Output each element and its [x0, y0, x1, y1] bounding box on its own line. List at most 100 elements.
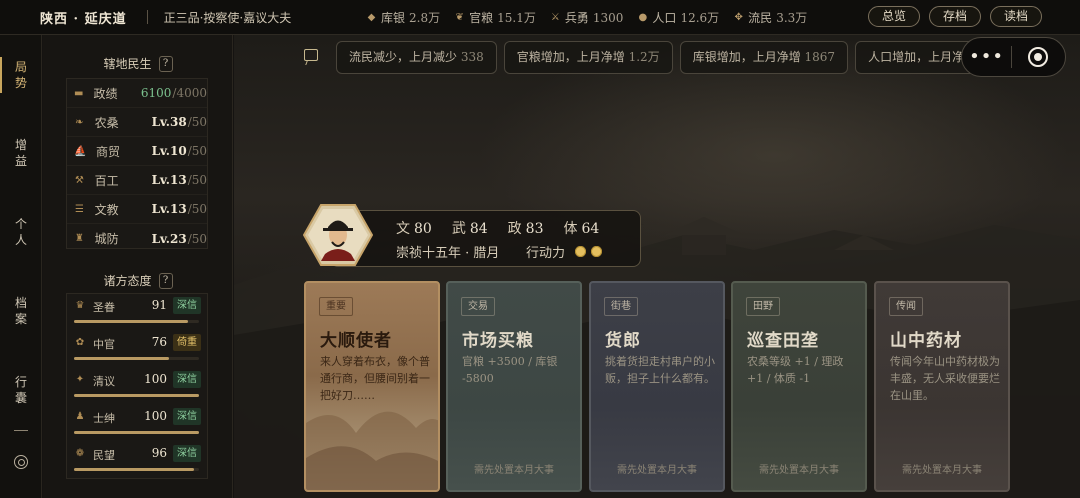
governance-max: /4000	[172, 86, 207, 100]
governance-max: /50	[187, 173, 207, 187]
eunuch-icon: ✿	[75, 337, 85, 348]
news-item: 官粮增加，上月净增 1.2万	[503, 41, 673, 74]
news-value: 338	[460, 50, 484, 64]
top-bar: 陕西 · 延庆道 正三品·按察使·嘉议大夫 ◆ 库银 2.8万 ❦ 官粮 15.…	[0, 0, 1080, 35]
governance-name: 百工	[94, 173, 119, 188]
nav-archive[interactable]: 档 案	[0, 295, 42, 327]
card-tag: 交易	[461, 297, 495, 316]
attitude-tag: 倚重	[173, 334, 201, 351]
attitude-bar-fill	[74, 431, 199, 434]
target-icon[interactable]	[14, 455, 28, 469]
attribute-ti: 体 64	[563, 218, 599, 238]
card-tag: 田野	[746, 297, 780, 316]
attribute-value: 83	[525, 221, 544, 237]
grain-icon: ❦	[455, 12, 464, 23]
attitude-help-button[interactable]: ?	[158, 272, 173, 289]
nav-bag[interactable]: 行 囊	[0, 374, 42, 406]
nav-situation[interactable]: 局 势	[0, 57, 42, 93]
governance-name: 政绩	[93, 86, 118, 101]
event-card-buy-grain[interactable]: 交易 市场买粮 官粮 +3500 / 库银 -5800 需先处置本月大事	[446, 281, 582, 492]
attitude-row: ♛ 圣眷 91 深信	[67, 294, 207, 331]
card-tag: 重要	[319, 297, 353, 316]
governance-max: /50	[187, 202, 207, 216]
attitude-name: 圣眷	[93, 301, 115, 314]
more-button[interactable]: •••	[962, 37, 1011, 77]
message-icon[interactable]	[304, 49, 318, 61]
governance-row: ⚒ 百工 Lv.13 /50	[67, 166, 207, 195]
official-rank: 正三品·按察使·嘉议大夫	[163, 10, 292, 25]
attitude-name: 清议	[93, 375, 115, 388]
news-item: 库银增加，上月净增 1867	[679, 41, 849, 74]
attitude-value: 100	[144, 409, 167, 423]
stats-panel: 辖地民生 ? ▬ 政绩 6100 /4000 ❧ 农桑 Lv.38 /50 ⛵ …	[43, 35, 233, 498]
card-description: 农桑等级 +1 / 理政 +1 / 体质 -1	[747, 355, 844, 385]
news-text: 人口增加，上月净增	[868, 50, 977, 64]
governance-row: ⛵ 商贸 Lv.10 /50	[67, 137, 207, 166]
education-icon: ☰	[74, 203, 84, 215]
attitude-title: 诸方态度	[103, 274, 152, 288]
gentry-icon: ♟	[75, 411, 85, 422]
attitude-bar-fill	[74, 357, 169, 360]
attitude-bar	[74, 357, 199, 360]
attitude-tag: 深信	[173, 297, 201, 314]
event-card-envoy[interactable]: 重要 大顺使者 来人穿着布衣，像个普通行商，但腰间别着一把好刀……	[304, 281, 440, 492]
attitude-tag: 深信	[173, 408, 201, 425]
load-button[interactable]: 读档	[989, 6, 1042, 27]
attitude-list: ♛ 圣眷 91 深信 ✿ 中官 76 倚重 ✦ 清议 100 深信 ♟ 士绅 1…	[66, 293, 208, 479]
stat-value: 15.1万	[497, 11, 536, 25]
governance-name: 农桑	[94, 115, 119, 130]
nav-buff[interactable]: 增 益	[0, 137, 42, 169]
card-title: 大顺使者	[320, 331, 392, 351]
resource-stats: ◆ 库银 2.8万 ❦ 官粮 15.1万 ⚔ 兵勇 1300 ● 人口 12.6…	[366, 0, 808, 35]
attribute-value: 84	[469, 221, 488, 237]
attitude-name: 民望	[93, 449, 115, 462]
stat-value: 1300	[592, 10, 624, 25]
action-point-coin-icon	[575, 246, 587, 257]
governance-value: Lv.10	[151, 144, 187, 158]
nav-personal[interactable]: 个 人	[0, 216, 42, 248]
governance-row: ♜ 城防 Lv.23 /50	[67, 224, 207, 253]
scholar-icon: ✦	[75, 374, 85, 385]
governance-title: 辖地民生	[103, 57, 152, 71]
attribute-value: 64	[581, 221, 600, 237]
card-description: 挑着货担走村串户的小贩，担子上什么都有。	[605, 355, 715, 385]
nav-divider	[14, 430, 28, 431]
governance-max: /50	[187, 231, 207, 246]
governance-max: /50	[187, 115, 207, 129]
stat-value: 3.3万	[776, 11, 808, 25]
card-footer: 需先处置本月大事	[474, 465, 554, 476]
attitude-name: 中官	[93, 338, 115, 351]
governance-max: /50	[187, 144, 207, 158]
card-description: 官粮 +3500 / 库银 -5800	[462, 355, 558, 385]
news-text: 库银增加，上月净增	[692, 50, 801, 64]
population-icon: ●	[638, 12, 648, 23]
stat-refugees: ✥ 流民 3.3万	[733, 9, 807, 26]
character-attributes: 文 80 武 84 政 83 体 64	[396, 218, 599, 238]
close-button[interactable]	[1012, 37, 1065, 77]
attribute-value: 80	[414, 221, 432, 237]
news-text: 官粮增加，上月净增	[516, 50, 625, 64]
attitude-bar-fill	[74, 394, 199, 397]
governance-value: Lv.38	[151, 115, 187, 129]
attitude-value: 100	[144, 372, 167, 386]
attitude-bar	[74, 431, 199, 434]
craft-icon: ⚒	[74, 174, 84, 186]
event-card-mountain-herbs[interactable]: 传闻 山中药材 传闻今年山中药材极为丰盛，无人采收便要烂在山里。 需先处置本月大…	[874, 281, 1010, 492]
stat-soldiers: ⚔ 兵勇 1300	[550, 9, 624, 26]
governance-row: ❧ 农桑 Lv.38 /50	[67, 108, 207, 137]
character-portrait[interactable]	[303, 204, 373, 266]
attitude-name: 士绅	[93, 412, 115, 425]
action-points: 行动力	[526, 242, 603, 261]
attitude-value: 96	[151, 446, 167, 460]
attitude-bar-fill	[74, 320, 188, 323]
trade-icon: ⛵	[74, 145, 87, 157]
event-card-inspect-fields[interactable]: 田野 巡查田垄 农桑等级 +1 / 理政 +1 / 体质 -1 需先处置本月大事	[731, 281, 867, 492]
action-points-label: 行动力	[526, 246, 566, 261]
save-button[interactable]: 存档	[928, 6, 981, 27]
event-card-peddler[interactable]: 街巷 货郎 挑着货担走村串户的小贩，担子上什么都有。 需先处置本月大事	[589, 281, 725, 492]
governance-value: Lv.23	[151, 231, 187, 246]
stat-label: 人口	[652, 11, 677, 25]
governance-help-button[interactable]: ?	[158, 55, 173, 72]
news-item: 流民减少，上月减少 338	[336, 41, 497, 74]
overview-button[interactable]: 总览	[867, 6, 920, 27]
